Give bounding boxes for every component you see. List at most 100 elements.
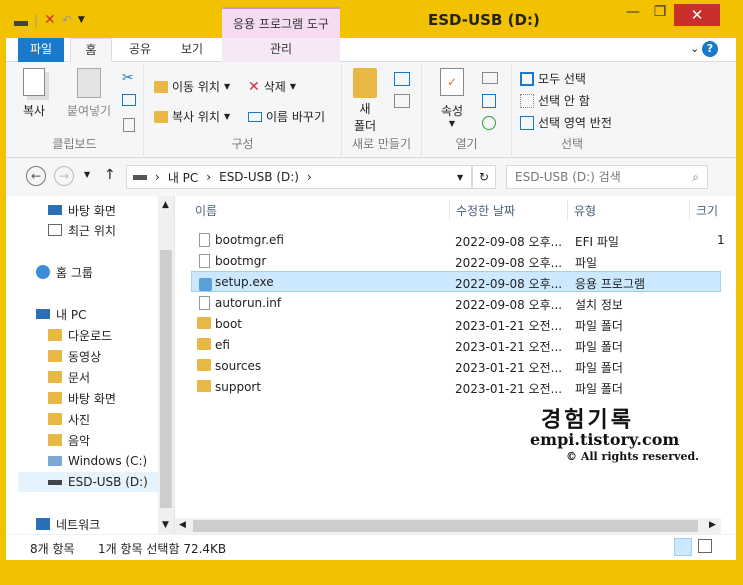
qat-dropdown-icon[interactable]: ▼ [78,15,85,25]
nav-label: 사진 [68,412,91,427]
help-icon[interactable]: ? [702,41,718,57]
nav-pictures[interactable]: 사진 [48,409,90,429]
file-row-selected[interactable]: setup.exe 2022-09-08 오후... 응용 프로그램 [191,271,721,292]
search-input[interactable]: ESD-USB (D:) 검색 ⌕ [506,165,708,189]
maximize-button[interactable]: ❐ [646,4,674,26]
file-type: 파일 폴더 [575,319,623,333]
nav-homegroup[interactable]: 홈 그룹 [36,262,93,282]
paste-shortcut-icon[interactable] [123,118,135,132]
chevron-down-icon: ▼ [448,119,456,128]
nav-network[interactable]: 네트워크 [36,514,100,534]
nav-scroll-thumb[interactable] [160,250,172,508]
nav-music[interactable]: 음악 [48,430,90,450]
nav-label: 동영상 [68,349,102,364]
nav-desktop[interactable]: 바탕 화면 [48,200,116,220]
tab-file[interactable]: 파일 [18,38,64,62]
file-row[interactable]: bootmgr 2022-09-08 오후... 파일 [191,251,721,272]
scroll-down-icon[interactable]: ▼ [162,520,169,530]
file-row[interactable]: autorun.inf 2022-09-08 오후... 설치 정보 [191,293,721,314]
column-header-size[interactable]: 크기 [696,202,718,219]
recent-dropdown-icon[interactable]: ▼ [84,170,90,179]
minimize-button[interactable]: — [619,4,647,26]
new-folder-button[interactable]: 새 폴더 [350,68,380,134]
delete-red-x-icon[interactable]: ✕ [44,12,56,28]
nav-videos[interactable]: 동영상 [48,346,101,366]
file-type: 파일 폴더 [575,361,623,375]
nav-scrollbar[interactable]: ▲ ▼ [158,196,174,534]
pc-icon [36,309,50,319]
column-divider[interactable] [449,200,450,220]
nav-downloads[interactable]: 다운로드 [48,325,112,345]
forward-icon[interactable]: → [54,166,74,186]
edit-icon[interactable] [482,94,496,108]
nav-windows-c[interactable]: Windows (C:) [48,451,147,471]
properties-icon: ✓ [440,68,464,96]
select-none-button[interactable]: 선택 안 함 [520,92,590,109]
rename-button[interactable]: 이름 바꾸기 [248,108,325,125]
back-icon[interactable]: ← [26,166,46,186]
file-size: 1 [717,233,725,247]
watermark-copyright: © All rights reserved. [566,450,700,463]
tab-manage[interactable]: 관리 [222,38,340,62]
drive-icon [133,174,147,180]
delete-button[interactable]: ✕ 삭제 ▼ [248,78,296,95]
nav-esd-usb[interactable]: ESD-USB (D:) [18,472,158,492]
tab-share[interactable]: 공유 [118,38,162,62]
select-all-button[interactable]: 모두 선택 [520,70,586,87]
copy-path-icon[interactable] [122,94,136,106]
file-row[interactable]: boot 2023-01-21 오전... 파일 폴더 [191,314,721,335]
address-box[interactable]: › 내 PC › ESD-USB (D:) › ▼ [126,165,472,189]
file-name: bootmgr [215,254,267,268]
nav-label: ESD-USB (D:) [68,475,148,489]
copy-button[interactable]: 복사 [14,68,54,119]
new-item-icon[interactable] [394,72,410,86]
details-view-icon[interactable] [674,538,692,556]
column-header-modified[interactable]: 수정한 날짜 [456,202,515,219]
file-row[interactable]: efi 2023-01-21 오전... 파일 폴더 [191,335,721,356]
open-icon[interactable] [482,72,498,84]
tab-view[interactable]: 보기 [170,38,214,62]
nav-documents[interactable]: 문서 [48,367,90,387]
large-icons-view-icon[interactable] [698,539,712,553]
scroll-up-icon[interactable]: ▲ [162,200,169,210]
file-row[interactable]: support 2023-01-21 오전... 파일 폴더 [191,377,721,398]
properties-button[interactable]: ✓ 속성 ▼ [434,68,470,128]
up-icon[interactable]: ↑ [104,167,116,183]
column-header-name[interactable]: 이름 [195,202,217,219]
scroll-left-icon[interactable]: ◀ [179,520,186,530]
undo-icon[interactable]: ↶ [62,13,72,27]
h-scroll-thumb[interactable] [193,520,698,532]
scroll-right-icon[interactable]: ▶ [709,520,716,530]
breadcrumb-pc[interactable]: 내 PC [168,169,198,186]
chevron-right-icon: › [206,170,212,184]
invert-selection-button[interactable]: 선택 영역 반전 [520,114,612,131]
collapse-ribbon-icon[interactable]: ⌄ [690,42,699,55]
breadcrumb-drive[interactable]: ESD-USB (D:) [219,170,299,184]
move-to-button[interactable]: 이동 위치 ▼ [154,78,230,95]
file-modified: 2023-01-21 오전... [455,361,563,375]
tab-home[interactable]: 홈 [70,38,112,62]
invert-selection-label: 선택 영역 반전 [538,116,612,130]
delete-icon: ✕ [248,78,260,95]
paste-button[interactable]: 붙여넣기 [62,68,116,119]
column-divider[interactable] [567,200,568,220]
desktop-icon [48,205,62,215]
horizontal-scrollbar[interactable]: ◀ ▶ [175,518,721,534]
file-row[interactable]: sources 2023-01-21 오전... 파일 폴더 [191,356,721,377]
column-header-type[interactable]: 유형 [574,202,596,219]
easy-access-icon[interactable] [394,94,410,108]
address-dropdown-icon[interactable]: ▼ [457,173,463,182]
history-icon[interactable] [482,116,496,130]
nav-recent[interactable]: 최근 위치 [48,220,116,240]
column-divider[interactable] [689,200,690,220]
close-button[interactable]: ✕ [674,4,720,26]
cut-icon[interactable]: ✂ [122,70,134,86]
file-row[interactable]: bootmgr.efi 2022-09-08 오후... EFI 파일 1 [191,230,725,251]
ribbon-tabs: 파일 홈 공유 보기 관리 ⌄ ? [6,38,736,62]
address-bar-area: ← → ▼ ↑ › 내 PC › ESD-USB (D:) › ▼ ↻ ESD-… [6,158,736,196]
nav-desktop-pc[interactable]: 바탕 화면 [48,388,116,408]
nav-this-pc[interactable]: 내 PC [36,304,86,324]
search-icon[interactable]: ⌕ [692,166,699,188]
refresh-icon[interactable]: ↻ [472,165,496,189]
copy-to-button[interactable]: 복사 위치 ▼ [154,108,230,125]
